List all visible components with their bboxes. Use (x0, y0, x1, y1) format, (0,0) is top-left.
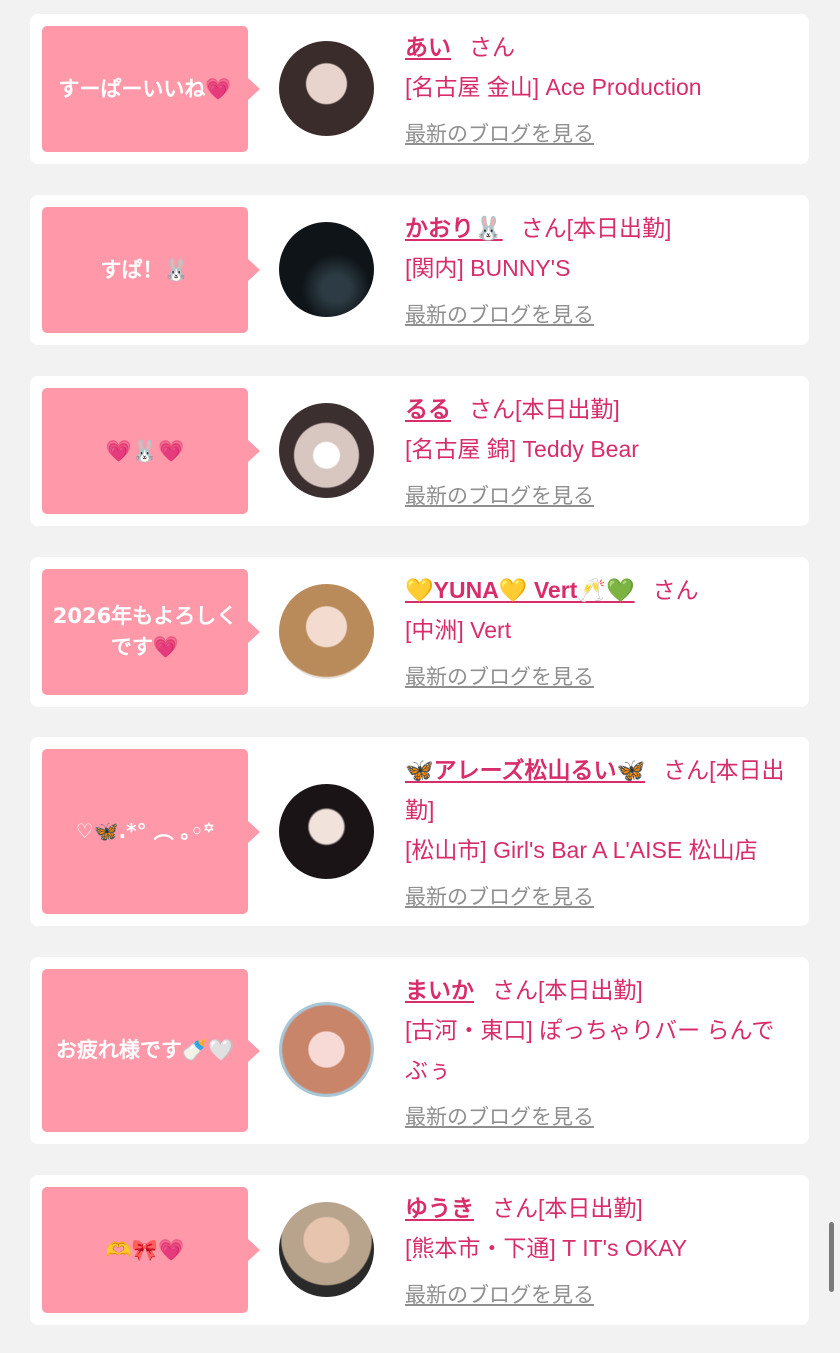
avatar[interactable] (279, 1002, 374, 1097)
avatar[interactable] (279, 584, 374, 679)
shop-name[interactable]: [古河・東口] ぽっちゃりバー らんでぶぅ (405, 1010, 795, 1090)
avatar[interactable] (279, 1202, 374, 1297)
blog-card: ♡🦋.*° ︵ ｡◦꙳ 🦋アレーズ松山るい🦋 さん[本日出勤] [松山市] Gir… (30, 737, 809, 926)
shop-name[interactable]: [熊本市・下通] T IT's OKAY (405, 1228, 795, 1268)
shop-name[interactable]: [名古屋 金山] Ace Production (405, 67, 795, 107)
cast-name-link[interactable]: 💛YUNA💛 Vert🥂💚 (405, 577, 635, 603)
comment-bubble: お疲れ様です🍼🤍 (42, 969, 260, 1132)
cast-suffix: さん[本日出勤] (469, 396, 620, 422)
latest-blog-link[interactable]: 最新のブログを見る (405, 1098, 795, 1138)
blog-card: 2026年もよろしくです💗 💛YUNA💛 Vert🥂💚 さん [中洲] Vert … (30, 557, 809, 707)
avatar[interactable] (279, 784, 374, 879)
cast-name-link[interactable]: かおり🐰 (405, 215, 503, 241)
comment-bubble: 💗🐰💗 (42, 388, 260, 514)
shop-name[interactable]: [名古屋 錦] Teddy Bear (405, 429, 795, 469)
latest-blog-link[interactable]: 最新のブログを見る (405, 115, 795, 155)
cast-name-link[interactable]: ゆうき (405, 1195, 474, 1221)
cast-suffix: さん (652, 577, 699, 603)
latest-blog-link[interactable]: 最新のブログを見る (405, 658, 795, 698)
comment-bubble: すぱ！🐰 (42, 207, 260, 333)
blog-card: お疲れ様です🍼🤍 まいか さん[本日出勤] [古河・東口] ぽっちゃりバー らんで… (30, 957, 809, 1144)
comment-bubble: ♡🦋.*° ︵ ｡◦꙳ (42, 749, 260, 914)
avatar[interactable] (279, 403, 374, 498)
comment-bubble: 🫶🎀💗 (42, 1187, 260, 1313)
cast-suffix: さん[本日出勤] (492, 1195, 643, 1221)
cast-name-link[interactable]: まいか (405, 977, 474, 1003)
latest-blog-link[interactable]: 最新のブログを見る (405, 1276, 795, 1316)
shop-name[interactable]: [松山市] Girl's Bar A L'AISE 松山店 (405, 830, 795, 870)
comment-bubble: 2026年もよろしくです💗 (42, 569, 260, 695)
cast-suffix: さん[本日出勤] (520, 215, 672, 241)
cast-suffix: さん (469, 34, 515, 60)
cast-suffix: さん[本日出勤] (492, 977, 643, 1003)
shop-name[interactable]: [関内] BUNNY'S (405, 248, 795, 288)
blog-card: 💗🐰💗 るる さん[本日出勤] [名古屋 錦] Teddy Bear 最新のブログ… (30, 376, 809, 526)
blog-card: すぱ！🐰 かおり🐰 さん[本日出勤] [関内] BUNNY'S 最新のブログを見る (30, 195, 809, 345)
blog-card: すーぱーいいね💗 あい さん [名古屋 金山] Ace Production 最新… (30, 14, 809, 164)
blog-card: 🫶🎀💗 ゆうき さん[本日出勤] [熊本市・下通] T IT's OKAY 最新の… (30, 1175, 809, 1325)
scrollbar-thumb[interactable] (829, 1222, 834, 1292)
latest-blog-link[interactable]: 最新のブログを見る (405, 296, 795, 336)
cast-name-link[interactable]: 🦋アレーズ松山るい🦋 (405, 757, 645, 783)
shop-name[interactable]: [中洲] Vert (405, 610, 795, 650)
avatar[interactable] (279, 222, 374, 317)
avatar[interactable] (279, 41, 374, 136)
cast-name-link[interactable]: あい (405, 34, 451, 60)
cast-name-link[interactable]: るる (405, 396, 451, 422)
latest-blog-link[interactable]: 最新のブログを見る (405, 477, 795, 517)
comment-bubble: すーぱーいいね💗 (42, 26, 260, 152)
latest-blog-link[interactable]: 最新のブログを見る (405, 878, 795, 918)
